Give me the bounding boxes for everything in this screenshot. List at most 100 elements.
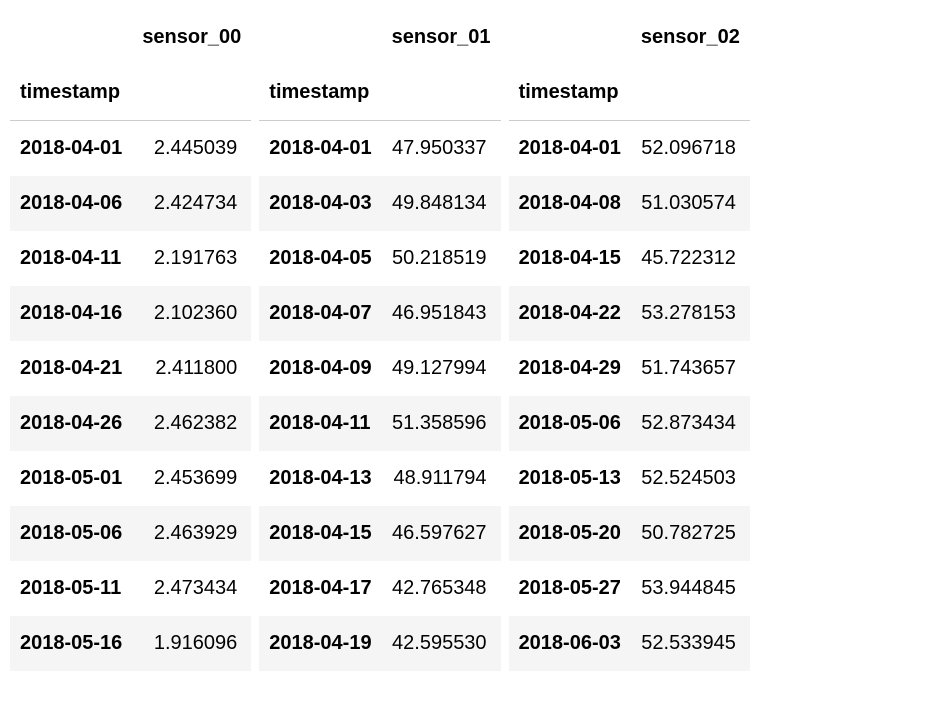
sensor-table: sensor_01timestamp2018-04-0147.950337201… [259,10,500,671]
value-cell: 45.722312 [631,231,750,286]
sensor-table: sensor_00timestamp2018-04-012.4450392018… [10,10,251,671]
table-row: 2018-05-2050.782725 [509,506,750,561]
table-row: 2018-05-161.916096 [10,616,251,671]
value-cell: 53.278153 [631,286,750,341]
table-row: 2018-04-062.424734 [10,176,251,231]
table-row: 2018-04-1546.597627 [259,506,500,561]
blank-header [631,65,750,121]
timestamp-cell: 2018-04-06 [10,176,132,231]
blank-header [132,65,251,121]
sensor-name-header: sensor_01 [382,10,501,65]
timestamp-cell: 2018-05-11 [10,561,132,616]
timestamp-header: timestamp [10,65,132,121]
table-row: 2018-04-162.102360 [10,286,251,341]
table-row: 2018-04-012.445039 [10,121,251,177]
timestamp-cell: 2018-04-17 [259,561,381,616]
sensor-table: sensor_02timestamp2018-04-0152.096718201… [509,10,750,671]
timestamp-cell: 2018-04-16 [10,286,132,341]
value-cell: 2.445039 [132,121,251,177]
table-row: 2018-04-0851.030574 [509,176,750,231]
value-cell: 2.453699 [132,451,251,506]
value-cell: 2.191763 [132,231,251,286]
table-row: 2018-05-2753.944845 [509,561,750,616]
timestamp-header: timestamp [509,65,631,121]
value-cell: 52.524503 [631,451,750,506]
blank-corner [509,10,631,65]
value-cell: 2.102360 [132,286,251,341]
table-row: 2018-06-0352.533945 [509,616,750,671]
timestamp-cell: 2018-04-26 [10,396,132,451]
value-cell: 52.533945 [631,616,750,671]
timestamp-cell: 2018-04-11 [259,396,381,451]
table-row: 2018-04-2253.278153 [509,286,750,341]
table-row: 2018-04-1545.722312 [509,231,750,286]
value-cell: 51.358596 [382,396,501,451]
table-row: 2018-05-0652.873434 [509,396,750,451]
timestamp-cell: 2018-04-05 [259,231,381,286]
timestamp-cell: 2018-04-13 [259,451,381,506]
timestamp-cell: 2018-04-11 [10,231,132,286]
value-cell: 49.127994 [382,341,501,396]
value-cell: 46.951843 [382,286,501,341]
table-row: 2018-04-0147.950337 [259,121,500,177]
value-cell: 50.218519 [382,231,501,286]
value-cell: 49.848134 [382,176,501,231]
value-cell: 2.424734 [132,176,251,231]
timestamp-cell: 2018-05-27 [509,561,631,616]
value-cell: 52.873434 [631,396,750,451]
timestamp-cell: 2018-04-01 [509,121,631,177]
timestamp-cell: 2018-04-19 [259,616,381,671]
timestamp-cell: 2018-04-22 [509,286,631,341]
timestamp-cell: 2018-04-07 [259,286,381,341]
timestamp-cell: 2018-04-15 [259,506,381,561]
table-row: 2018-05-012.453699 [10,451,251,506]
timestamp-cell: 2018-05-01 [10,451,132,506]
table-row: 2018-05-112.473434 [10,561,251,616]
value-cell: 47.950337 [382,121,501,177]
value-cell: 51.030574 [631,176,750,231]
table-row: 2018-04-0152.096718 [509,121,750,177]
timestamp-cell: 2018-04-21 [10,341,132,396]
value-cell: 50.782725 [631,506,750,561]
table-row: 2018-04-1742.765348 [259,561,500,616]
value-cell: 46.597627 [382,506,501,561]
table-row: 2018-04-1151.358596 [259,396,500,451]
value-cell: 2.473434 [132,561,251,616]
timestamp-cell: 2018-05-20 [509,506,631,561]
value-cell: 48.911794 [382,451,501,506]
value-cell: 1.916096 [132,616,251,671]
table-row: 2018-04-0550.218519 [259,231,500,286]
value-cell: 51.743657 [631,341,750,396]
table-row: 2018-04-0746.951843 [259,286,500,341]
table-row: 2018-04-262.462382 [10,396,251,451]
value-cell: 2.411800 [132,341,251,396]
table-row: 2018-04-212.411800 [10,341,251,396]
value-cell: 52.096718 [631,121,750,177]
timestamp-cell: 2018-04-03 [259,176,381,231]
table-row: 2018-04-1942.595530 [259,616,500,671]
timestamp-cell: 2018-05-06 [509,396,631,451]
value-cell: 42.595530 [382,616,501,671]
timestamp-cell: 2018-04-15 [509,231,631,286]
timestamp-cell: 2018-04-09 [259,341,381,396]
table-row: 2018-04-1348.911794 [259,451,500,506]
timestamp-cell: 2018-05-06 [10,506,132,561]
value-cell: 2.463929 [132,506,251,561]
blank-header [382,65,501,121]
sensor-name-header: sensor_02 [631,10,750,65]
timestamp-cell: 2018-04-01 [10,121,132,177]
table-row: 2018-04-0949.127994 [259,341,500,396]
blank-corner [10,10,132,65]
timestamp-cell: 2018-06-03 [509,616,631,671]
timestamp-cell: 2018-05-16 [10,616,132,671]
tables-container: sensor_00timestamp2018-04-012.4450392018… [10,10,922,671]
value-cell: 42.765348 [382,561,501,616]
table-row: 2018-04-0349.848134 [259,176,500,231]
timestamp-header: timestamp [259,65,381,121]
timestamp-cell: 2018-04-29 [509,341,631,396]
table-row: 2018-04-2951.743657 [509,341,750,396]
table-row: 2018-04-112.191763 [10,231,251,286]
timestamp-cell: 2018-04-01 [259,121,381,177]
blank-corner [259,10,381,65]
sensor-name-header: sensor_00 [132,10,251,65]
